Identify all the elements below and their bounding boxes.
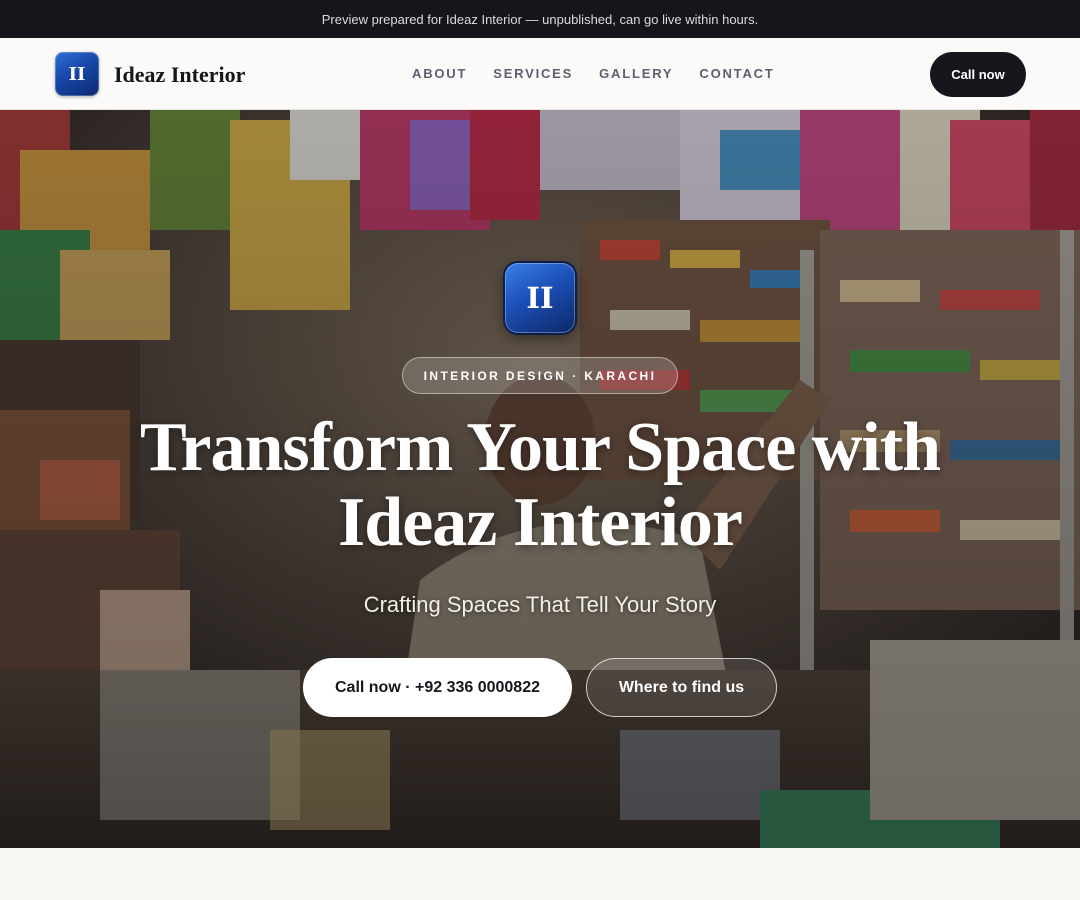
nav-link-gallery[interactable]: GALLERY bbox=[599, 66, 673, 81]
hero-subtitle: Crafting Spaces That Tell Your Story bbox=[363, 592, 717, 617]
brand-name[interactable]: Ideaz Interior bbox=[114, 62, 245, 88]
logo-icon[interactable]: II bbox=[55, 52, 99, 96]
hero-section: II INTERIOR DESIGN · KARACHI Transform Y… bbox=[0, 110, 1080, 848]
nav-link-about[interactable]: ABOUT bbox=[412, 66, 467, 81]
hero-call-button[interactable]: Call now · +92 336 0000822 bbox=[303, 658, 572, 717]
preview-banner-text: Preview prepared for Ideaz Interior — un… bbox=[321, 11, 759, 27]
hero-tagline-text: INTERIOR DESIGN · KARACHI bbox=[423, 368, 657, 383]
hero-title-line-2: Ideaz Interior bbox=[338, 484, 743, 561]
hero-title: Transform Your Space with Ideaz Interior bbox=[90, 410, 990, 560]
site-header: II Ideaz Interior ABOUT SERVICES GALLERY… bbox=[0, 38, 1080, 110]
main-nav: ABOUT SERVICES GALLERY CONTACT bbox=[412, 66, 801, 81]
header-call-button[interactable]: Call now bbox=[930, 52, 1026, 97]
hero-tagline-badge: INTERIOR DESIGN · KARACHI bbox=[402, 357, 678, 394]
next-section bbox=[0, 848, 1080, 900]
hero-location-button[interactable]: Where to find us bbox=[586, 658, 777, 717]
hero-title-line-1: Transform Your Space with bbox=[139, 409, 941, 486]
preview-banner: Preview prepared for Ideaz Interior — un… bbox=[0, 0, 1080, 38]
nav-link-contact[interactable]: CONTACT bbox=[699, 66, 774, 81]
nav-link-services[interactable]: SERVICES bbox=[493, 66, 573, 81]
hero-logo-monogram: II bbox=[526, 281, 554, 315]
hero-logo-icon: II bbox=[505, 263, 575, 333]
logo-monogram: II bbox=[68, 63, 86, 85]
